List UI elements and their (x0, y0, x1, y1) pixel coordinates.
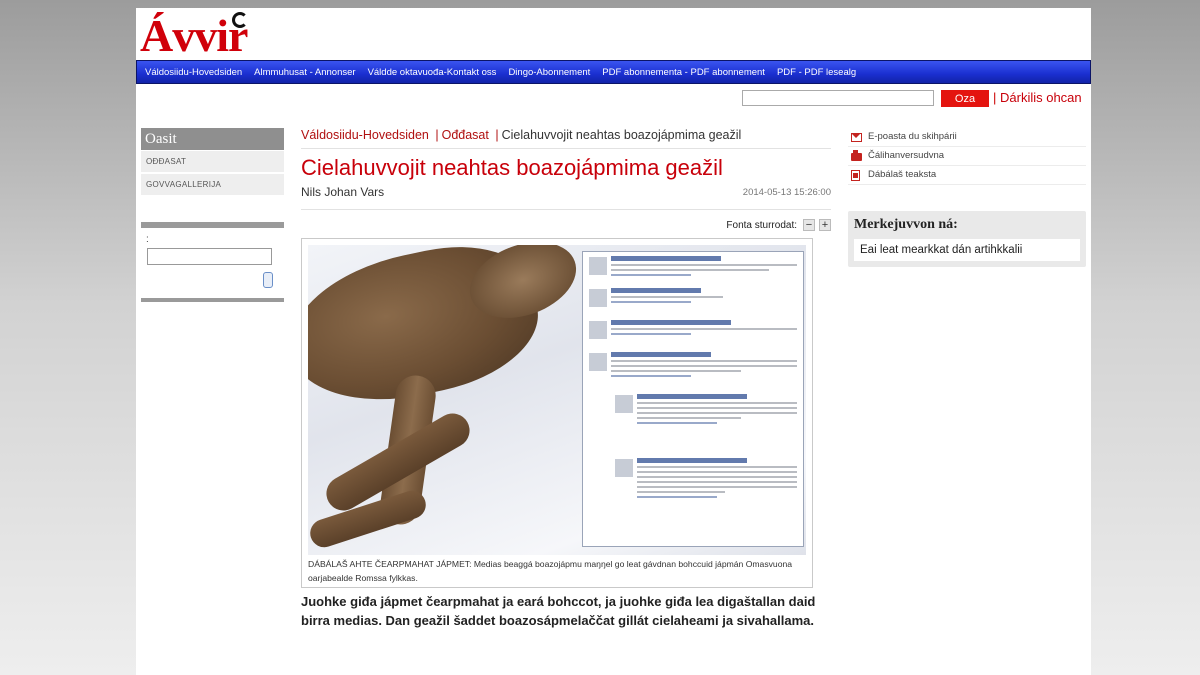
comment-line (637, 417, 741, 419)
photo-caption: DÁBÁLAŠ AHTE ČEARPMAHAT JÁPMET: Medias b… (308, 559, 793, 583)
breadcrumb-separator: | (495, 128, 499, 142)
printer-icon (851, 150, 862, 161)
envelope-icon (851, 133, 862, 142)
comment-name-bar (637, 394, 747, 399)
comment-line (637, 412, 797, 414)
comment-line (637, 471, 797, 473)
search-input[interactable] (742, 90, 934, 106)
breadcrumb-current: Cielahuvvojit neahtas boazojápmima geaži… (501, 128, 742, 142)
sidebar-form-button[interactable] (263, 272, 273, 288)
plain-text-label: Dábálaš teaksta (868, 169, 937, 180)
social-comments-screenshot (582, 251, 804, 547)
plain-text-link[interactable]: Dábálaš teaksta (848, 166, 1086, 185)
breadcrumb-news[interactable]: Ođđasat (442, 128, 489, 142)
nav-item-contact[interactable]: Váldde oktavuođa-Kontakt oss (368, 67, 497, 78)
advanced-search-link[interactable]: Dárkilis ohcan (1000, 90, 1082, 105)
comment-post (583, 284, 803, 314)
main-nav: Váldosiidu-Hovedsiden Almmuhusat - Annon… (136, 60, 1091, 84)
avatar (589, 353, 607, 371)
tags-empty-text: Eai leat mearkkat dán artihkkalii (854, 239, 1080, 261)
article-photo: DÁBÁLAŠ AHTE ČEARPMAHAT JÁPMET: Medias b… (301, 238, 813, 588)
byline: Nils Johan Vars 2014-05-13 15:26:00 (301, 185, 831, 203)
comment-reply (583, 390, 803, 452)
right-sidebar: E-poasta du skihpárii Čálihanversudvna D… (848, 128, 1086, 267)
font-size-control: Fonta sturrodat: − + (301, 216, 831, 236)
article-title: Cielahuvvojit neahtas boazojápmima geaži… (301, 155, 723, 180)
avatar (615, 459, 633, 477)
comment-post (583, 316, 803, 346)
breadcrumb: Váldosiidu-Hovedsiden | Ođđasat | Cielahuv… (301, 128, 831, 142)
search-bar: Oza | Dárkilis ohcan (136, 88, 1091, 112)
article: Váldosiidu-Hovedsiden | Ođđasat | Cielahuv… (301, 128, 831, 630)
comment-meta (611, 375, 691, 377)
comment-meta (611, 333, 691, 335)
sidebar-form-label: : (146, 234, 149, 245)
comment-name-bar (611, 320, 731, 325)
comment-line (611, 296, 723, 298)
breadcrumb-separator: | (435, 128, 439, 142)
print-label: Čálihanversudvna (868, 150, 945, 161)
article-date: 2014-05-13 15:26:00 (742, 187, 831, 198)
comment-name-bar (611, 288, 701, 293)
avatar (589, 257, 607, 275)
logo-swirl-icon (232, 12, 248, 28)
comment-line (637, 407, 797, 409)
font-size-label: Fonta sturrodat: (726, 220, 797, 231)
sidebar-item-gallery[interactable]: Govvagallerija (141, 174, 284, 196)
sidebar-form-input[interactable] (147, 248, 272, 265)
comment-name-bar (611, 352, 711, 357)
nav-item-home[interactable]: Váldosiidu-Hovedsiden (145, 67, 242, 78)
comment-reply (583, 454, 803, 526)
email-friend-link[interactable]: E-poasta du skihpárii (848, 128, 1086, 147)
page: Ávvir Váldosiidu-Hovedsiden Almmuhusat -… (136, 8, 1091, 675)
nav-item-subscription[interactable]: Dingo-Abonnement (508, 67, 590, 78)
document-icon (851, 170, 860, 181)
left-sidebar: Oasit Ođđasat Govvagallerija : (141, 128, 284, 302)
comment-line (637, 491, 725, 493)
font-increase-button[interactable]: + (819, 219, 831, 231)
comment-line (637, 466, 797, 468)
comment-line (637, 486, 797, 488)
sidebar-heading: Oasit (141, 128, 284, 150)
comment-line (611, 365, 797, 367)
sidebar-divider-bottom (141, 298, 284, 302)
article-lead: Juohke giđa jápmet čearpmahat ja eará bo… (301, 594, 816, 628)
reindeer-photo (308, 245, 806, 555)
tags-box: Merkejuvvon ná: Eai leat mearkkat dán ar… (848, 211, 1086, 267)
nav-item-pdf-subscription[interactable]: PDF abonnementa - PDF abonnement (602, 67, 765, 78)
breadcrumb-home[interactable]: Váldosiidu-Hovedsiden (301, 128, 429, 142)
comment-line (637, 402, 797, 404)
avatar (589, 289, 607, 307)
comment-name-bar (637, 458, 747, 463)
search-separator: | (993, 90, 997, 105)
comment-line (611, 370, 742, 372)
comment-post (583, 348, 803, 388)
avatar (589, 321, 607, 339)
comment-line (611, 328, 797, 330)
font-decrease-button[interactable]: − (803, 219, 815, 231)
sidebar-item-news[interactable]: Ođđasat (141, 151, 284, 173)
comment-meta (611, 301, 691, 303)
sidebar-form: : (141, 228, 284, 298)
nav-item-ads[interactable]: Almmuhusat - Annonser (254, 67, 355, 78)
comment-meta (637, 422, 717, 424)
divider (301, 209, 831, 210)
comment-line (611, 269, 770, 271)
search-button[interactable]: Oza (941, 90, 989, 107)
comment-meta (637, 496, 717, 498)
tags-title: Merkejuvvon ná: (854, 217, 958, 232)
comment-name-bar (611, 256, 721, 261)
article-author: Nils Johan Vars (301, 185, 385, 199)
comment-line (637, 481, 797, 483)
print-link[interactable]: Čálihanversudvna (848, 147, 1086, 166)
comment-line (611, 360, 797, 362)
divider (301, 148, 831, 149)
comment-meta (611, 274, 691, 276)
nav-item-pdf-reader[interactable]: PDF - PDF lesealg (777, 67, 856, 78)
avatar (615, 395, 633, 413)
email-friend-label: E-poasta du skihpárii (868, 131, 957, 142)
comment-line (611, 264, 797, 266)
comment-line (637, 476, 797, 478)
comment-post (583, 252, 803, 282)
